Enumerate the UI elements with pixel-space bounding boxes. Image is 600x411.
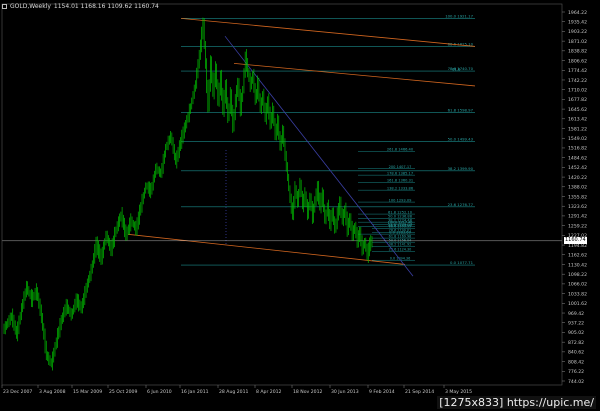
y-tick-label: 872.82 (568, 340, 584, 346)
y-tick-label: 1291.42 (568, 214, 587, 220)
y-tick-label: 1964.22 (568, 10, 587, 16)
y-tick-label: 1549.02 (568, 136, 587, 142)
watermark: [1275x833] https://upic.me/ (437, 396, 596, 409)
y-tick-label: 840.62 (568, 350, 584, 356)
lower-level-label: 78.6 1190.01 (389, 228, 412, 232)
upper-channel-line (180, 17, 476, 47)
chart-title-bar: GOLD,Weekly 1154.01 1168.16 1109.62 1160… (2, 1, 159, 12)
fib-level-label: 50.0 1499.43 (448, 137, 474, 142)
fib-marker-label: 61.8 (452, 67, 461, 72)
x-tick-label: 3 May 2015 (445, 389, 472, 395)
y-tick-label: 1613.42 (568, 117, 587, 123)
y-tick-label: 1484.62 (568, 155, 587, 161)
x-tick-label: 25 Oct 2009 (109, 389, 137, 395)
current-price-tag: 1160.74 (564, 237, 587, 245)
middle-channel-line (233, 63, 476, 87)
fibonacci-levels: 100.0 1921.1788.6 1825.1078.6 1740.7061.… (181, 13, 475, 266)
projection-level-label: 100 1293.09 (389, 198, 413, 202)
x-tick-label: 3 Aug 2008 (39, 389, 66, 395)
y-tick-label: 1098.22 (568, 272, 587, 278)
y-tick-label: 969.42 (568, 311, 584, 317)
y-tick-label: 1871.02 (568, 39, 587, 45)
y-tick-label: 776.22 (568, 369, 584, 375)
x-tick-label: 18 Nov 2012 (293, 389, 322, 395)
plot-frame (1, 3, 563, 386)
ohlc-values: 1154.01 1168.16 1109.62 1160.74 (53, 3, 159, 10)
y-tick-label: 1806.62 (568, 58, 587, 64)
fib-level-label: 61.8 1598.97 (448, 108, 474, 113)
y-tick-label: 1033.82 (568, 291, 587, 297)
y-tick-label: 1066.02 (568, 282, 587, 288)
x-tick-label: 8 Apr 2012 (256, 389, 282, 395)
y-tick-label: 1645.62 (568, 107, 587, 113)
x-tick-label: 16 Jan 2011 (181, 389, 209, 395)
y-tick-label: 1130.42 (568, 262, 587, 268)
y-tick-label: 1355.82 (568, 194, 587, 200)
y-tick-label: 1259.22 (568, 223, 587, 229)
trend-lines (2, 17, 562, 277)
x-tick-label: 30 Jun 2013 (331, 389, 359, 395)
y-tick-label: 1838.82 (568, 49, 587, 55)
y-tick-label: 905.02 (568, 330, 584, 336)
y-tick-label: 1677.82 (568, 97, 587, 103)
fib-level-label: 0.0 1077.71 (450, 260, 474, 265)
x-tick-label: 23 Dec 2007 (3, 389, 32, 395)
projection-level-label: 261.8 1466.40 (387, 148, 414, 152)
symbol-label: GOLD,Weekly (10, 3, 51, 10)
y-tick-label: 1001.62 (568, 301, 587, 307)
x-tick-label: 6 Jun 2010 (147, 389, 172, 395)
y-tick-label: 1935.42 (568, 20, 587, 26)
price-chart[interactable]: 100.0 1921.1788.6 1825.1078.6 1740.7061.… (0, 0, 600, 411)
y-tick-label: 1742.22 (568, 78, 587, 84)
x-tick-label: 21 Sep 2014 (405, 389, 434, 395)
fib-level-label: 23.6 1276.77 (448, 202, 474, 207)
projection-level-label: 178.6 1385.17 (387, 171, 413, 175)
x-tick-label: 28 Aug 2011 (219, 389, 249, 395)
y-tick-label: 937.22 (568, 321, 584, 327)
window-icon (2, 4, 7, 9)
y-tick-label: 1388.02 (568, 185, 587, 191)
y-tick-label: 1420.22 (568, 175, 587, 181)
descending-trend-line (224, 35, 414, 277)
y-tick-label: 1323.62 (568, 204, 587, 210)
projection-level-label: 200 1407.17 (389, 165, 412, 169)
y-tick-label: 1774.42 (568, 68, 587, 74)
projection-level-label: 138.2 1333.86 (387, 186, 414, 190)
chart-window: 100.0 1921.17 88.6 1825.10 78.6 1740.70 61.… (0, 0, 600, 411)
y-tick-label: 1516.82 (568, 146, 587, 152)
projection-level-label: 61.8 1252.10 (388, 210, 413, 214)
fib-level-label: 100.0 1921.17 (445, 13, 473, 18)
y-tick-label: 1903.22 (568, 29, 587, 35)
lower-level-label: 38.2 1141.92 (389, 243, 412, 247)
candles (3, 17, 373, 371)
y-tick-label: 1581.22 (568, 126, 587, 132)
y-tick-label: 1162.62 (568, 253, 587, 259)
x-tick-label: 9 Feb 2014 (369, 389, 395, 395)
projection-level-label: 161.8 1360.31 (387, 179, 413, 183)
y-tick-label: 808.42 (568, 359, 584, 365)
y-tick-label: 744.02 (568, 379, 584, 385)
x-tick-label: 15 Mar 2009 (73, 389, 102, 395)
fib-level-label: 38.2 1399.90 (448, 166, 474, 171)
axes: 1964.22 1935.42 1903.22 1871.02 1838.82 1806.… (1, 3, 587, 395)
y-tick-label: 1452.42 (568, 165, 587, 171)
y-tick-label: 1710.02 (568, 87, 587, 93)
